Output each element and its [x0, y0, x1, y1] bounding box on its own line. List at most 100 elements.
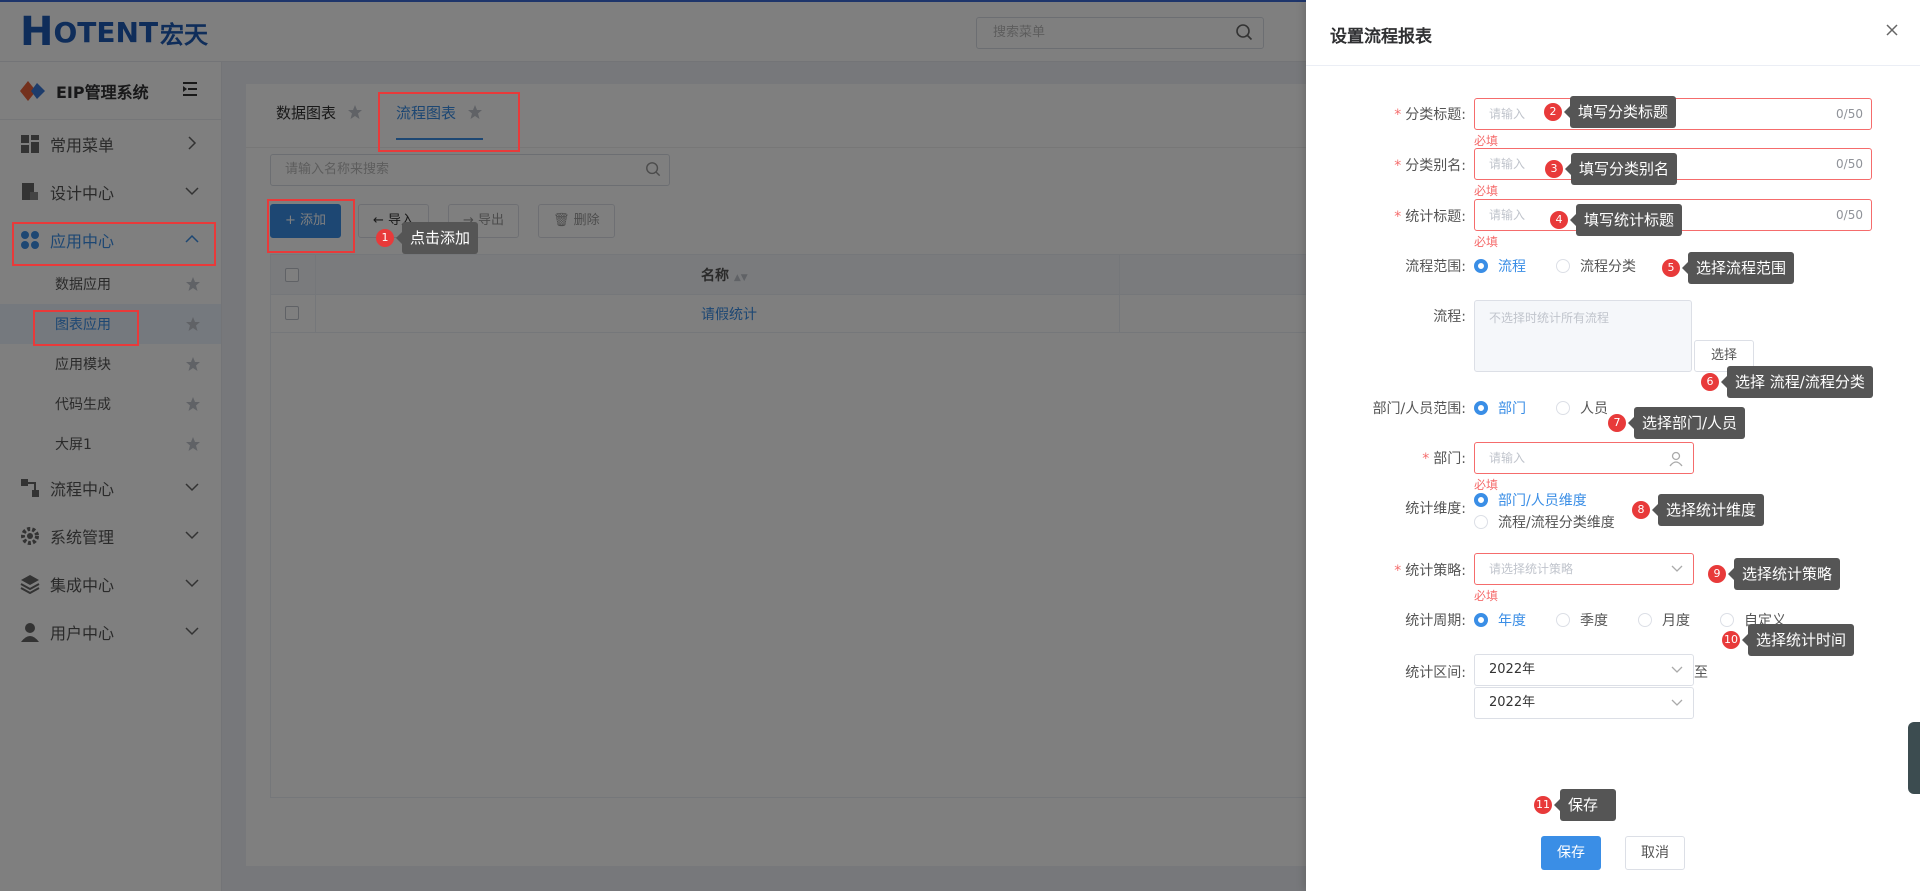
radio-label: 月度 [1662, 613, 1690, 629]
input-placeholder: 请输入 [1489, 451, 1526, 465]
range-to-text: 至 [1694, 665, 1708, 681]
required-mark: * [1394, 107, 1402, 123]
callout-label: 保存 [1554, 789, 1616, 821]
radio-dept-dimension[interactable]: 部门/人员维度 [1474, 490, 1587, 510]
radio-label: 年度 [1498, 613, 1526, 629]
radio-flow-category[interactable]: 流程分类 [1556, 256, 1636, 276]
flow-label: 流程: [1433, 309, 1466, 325]
dept-input[interactable]: 请输入 [1474, 442, 1694, 474]
char-count: 0/50 [1836, 208, 1863, 222]
select-placeholder: 请选择统计策略 [1489, 562, 1574, 576]
callout-label: 点击添加 [395, 222, 479, 254]
radio-dept[interactable]: 部门 [1474, 398, 1526, 418]
radio-label: 部门/人员维度 [1498, 493, 1587, 509]
callout-num: 11 [1534, 796, 1552, 814]
radio-dot [1556, 401, 1570, 415]
strategy-select[interactable]: 请选择统计策略 [1474, 553, 1694, 585]
save-button[interactable]: 保存 [1541, 836, 1601, 870]
drawer-title: 设置流程报表 [1330, 27, 1432, 47]
required-mark: * [1394, 158, 1402, 174]
error-text: 必填 [1474, 134, 1499, 148]
callout-6: 6 选择 流程/流程分类 [1701, 366, 1873, 398]
drawer-header: 设置流程报表 [1306, 0, 1920, 66]
callout-label: 选择统计时间 [1741, 624, 1855, 656]
cancel-button[interactable]: 取消 [1625, 836, 1685, 870]
radio-label: 流程 [1498, 259, 1526, 275]
select-value: 2022年 [1489, 695, 1536, 710]
chevron-down-icon [1671, 565, 1683, 572]
callout-9: 9 选择统计策略 [1708, 558, 1841, 590]
callout-7: 7 选择部门/人员 [1608, 407, 1746, 439]
radio-dot [1638, 613, 1652, 627]
callout-label: 选择流程范围 [1681, 252, 1795, 284]
modal-overlay[interactable] [0, 0, 1306, 891]
radio-dot [1474, 613, 1488, 627]
callout-num: 9 [1708, 565, 1726, 583]
radio-label: 人员 [1580, 401, 1608, 417]
person-picker-icon[interactable] [1669, 451, 1685, 467]
range-label: 统计区间: [1405, 665, 1466, 681]
radio-flow[interactable]: 流程 [1474, 256, 1526, 276]
radio-year[interactable]: 年度 [1474, 610, 1526, 630]
radio-dot [1556, 613, 1570, 627]
callout-num: 7 [1608, 414, 1626, 432]
callout-label: 填写分类别名 [1564, 153, 1678, 185]
dept-scope-label: 部门/人员范围: [1372, 401, 1466, 417]
range-end-select[interactable]: 2022年 [1474, 687, 1694, 719]
radio-flow-dimension[interactable]: 流程/流程分类维度 [1474, 512, 1615, 532]
field-label: 统计标题: [1405, 209, 1466, 225]
callout-num: 3 [1545, 160, 1563, 178]
callout-label: 选择统计策略 [1727, 558, 1841, 590]
callout-5: 5 选择流程范围 [1662, 252, 1795, 284]
callout-num: 2 [1544, 103, 1562, 121]
radio-dot [1474, 515, 1488, 529]
error-text: 必填 [1474, 235, 1499, 249]
callout-10: 10 选择统计时间 [1722, 624, 1855, 656]
textarea-placeholder: 不选择时统计所有流程 [1489, 311, 1610, 325]
callout-num: 4 [1550, 211, 1568, 229]
chevron-down-icon [1671, 666, 1683, 673]
highlight-chart-app [33, 310, 139, 346]
radio-label: 季度 [1580, 613, 1608, 629]
callout-num: 6 [1701, 373, 1719, 391]
report-settings-drawer: 设置流程报表 * 分类标题: 请输入 0/50 必填 * 分类别名: 请输入 0/5… [1306, 0, 1920, 891]
radio-month[interactable]: 月度 [1638, 610, 1690, 630]
side-scroll-handle[interactable] [1908, 722, 1920, 794]
field-label: 分类标题: [1405, 107, 1466, 123]
input-placeholder: 请输入 [1489, 157, 1526, 171]
radio-label: 流程分类 [1580, 259, 1636, 275]
close-icon[interactable] [1884, 22, 1900, 38]
strategy-label: * 统计策略: [1306, 560, 1466, 580]
highlight-flow-chart-tab [378, 92, 520, 152]
select-value: 2022年 [1489, 662, 1536, 677]
callout-1: 1 点击添加 [376, 222, 479, 254]
radio-dot [1474, 493, 1488, 507]
field-label: 统计策略: [1405, 563, 1466, 579]
range-start-select[interactable]: 2022年 [1474, 654, 1694, 686]
flow-scope-label: 流程范围: [1405, 259, 1466, 275]
radio-dot [1556, 259, 1570, 273]
highlight-app-center [12, 222, 216, 266]
radio-quarter[interactable]: 季度 [1556, 610, 1608, 630]
flow-textarea[interactable]: 不选择时统计所有流程 [1474, 300, 1692, 372]
radio-dot [1474, 259, 1488, 273]
radio-person[interactable]: 人员 [1556, 398, 1608, 418]
char-count: 0/50 [1836, 107, 1863, 121]
radio-label: 部门 [1498, 401, 1526, 417]
error-text: 必填 [1474, 184, 1499, 198]
dimension-label: 统计维度: [1405, 501, 1466, 517]
callout-num: 1 [376, 229, 394, 247]
callout-label: 选择 流程/流程分类 [1721, 366, 1873, 398]
callout-8: 8 选择统计维度 [1632, 494, 1765, 526]
dept-label: * 部门: [1306, 448, 1466, 468]
period-label: 统计周期: [1405, 613, 1466, 629]
required-mark: * [1422, 451, 1430, 467]
stat-title-label: * 统计标题: [1306, 206, 1466, 226]
input-placeholder: 请输入 [1489, 107, 1526, 121]
error-text: 必填 [1474, 589, 1499, 603]
required-mark: * [1394, 209, 1402, 225]
input-placeholder: 请输入 [1489, 208, 1526, 222]
chevron-down-icon [1671, 699, 1683, 706]
required-mark: * [1394, 563, 1402, 579]
callout-label: 选择部门/人员 [1627, 407, 1746, 439]
